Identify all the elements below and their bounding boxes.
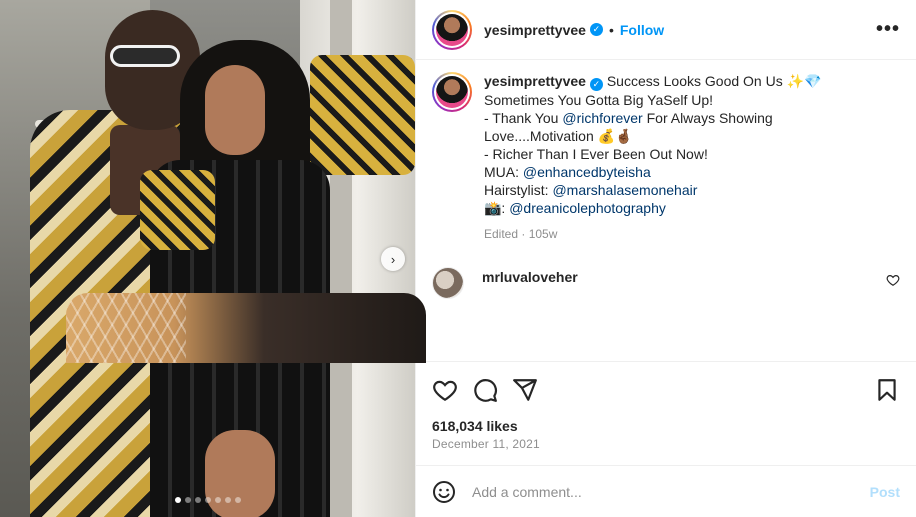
photo-gold-sleeve: [310, 55, 415, 175]
likes-count[interactable]: 618,034 likes: [416, 417, 916, 435]
caption-line: For Always Showing: [642, 110, 773, 126]
comment-item: mrluvaloveher: [432, 267, 900, 299]
more-horizontal-icon[interactable]: •••: [876, 18, 900, 41]
caption-line: - Richer Than I Ever Been Out Now!: [484, 146, 708, 162]
caption-line: Hairstylist:: [484, 182, 553, 198]
avatar-image: [436, 13, 468, 46]
bookmark-icon[interactable]: [874, 377, 900, 403]
share-icon[interactable]: [512, 377, 538, 403]
heart-icon[interactable]: [432, 377, 458, 403]
caption-avatar[interactable]: [432, 72, 472, 112]
caption-line: - Thank You: [484, 110, 563, 126]
commenter-username[interactable]: mrluvaloveher: [482, 269, 578, 299]
photo-woman-face: [205, 65, 265, 155]
post-comment-button[interactable]: Post: [870, 484, 900, 500]
caption-line: 📸:: [484, 200, 510, 216]
carousel-dot: [234, 497, 241, 503]
post-photo[interactable]: ›: [0, 0, 415, 517]
instagram-post: › yesimprettyvee ✓ • Follow ••• yesimpre…: [0, 0, 916, 517]
comment-icon[interactable]: [472, 377, 498, 403]
chevron-right-icon: ›: [390, 251, 396, 267]
comments-area[interactable]: yesimprettyvee ✓ Success Looks Good On Us…: [416, 60, 916, 361]
caption-line: MUA:: [484, 164, 523, 180]
author-username[interactable]: yesimprettyvee: [484, 22, 586, 38]
mention-link[interactable]: @richforever: [562, 110, 642, 126]
emoji-icon[interactable]: [432, 480, 456, 504]
action-bar: [416, 361, 916, 417]
photo-leg: [205, 430, 275, 517]
comment-input[interactable]: [472, 483, 870, 500]
add-comment-bar: Post: [416, 465, 916, 517]
carousel-dot: [174, 497, 181, 503]
mention-link[interactable]: @marshalasemonehair: [552, 182, 697, 198]
carousel-dot: [194, 497, 201, 503]
verified-badge-icon: ✓: [589, 78, 603, 91]
carousel-dot: [214, 497, 221, 503]
carousel-dot: [184, 497, 191, 503]
header-separator: •: [608, 21, 614, 38]
caption-username[interactable]: yesimprettyvee: [484, 73, 586, 89]
carousel-next-button[interactable]: ›: [381, 247, 405, 271]
caption: yesimprettyvee ✓ Success Looks Good On Us…: [432, 72, 900, 243]
post-side-panel: yesimprettyvee ✓ • Follow ••• yesimprett…: [66, 0, 916, 517]
post-date[interactable]: December 11, 2021: [416, 435, 916, 451]
comment-image[interactable]: [66, 293, 426, 363]
author-avatar[interactable]: [432, 9, 472, 50]
caption-line: Love....Motivation 💰🤞🏾: [484, 128, 633, 144]
carousel-indicator: [0, 497, 415, 503]
photo-gold-cuff: [140, 170, 215, 250]
caption-line: Sometimes You Gotta Big YaSelf Up!: [484, 92, 714, 108]
comment-image-pattern: [66, 293, 186, 363]
caption-line: Success Looks Good On Us ✨💎: [606, 73, 822, 89]
photo-sunglasses: [110, 45, 180, 67]
caption-meta: Edited · 105w: [484, 227, 558, 241]
commenter-avatar[interactable]: [432, 267, 464, 299]
caption-text: yesimprettyvee ✓ Success Looks Good On Us…: [484, 72, 864, 243]
mention-link[interactable]: @enhancedbyteisha: [523, 164, 651, 180]
carousel-dot: [204, 497, 211, 503]
follow-button[interactable]: Follow: [620, 22, 664, 38]
post-header: yesimprettyvee ✓ • Follow •••: [416, 0, 916, 60]
verified-badge-icon: ✓: [589, 23, 603, 36]
heart-icon[interactable]: [886, 273, 900, 287]
carousel-dot: [224, 497, 231, 503]
mention-link[interactable]: @dreanicolephotography: [509, 200, 666, 216]
